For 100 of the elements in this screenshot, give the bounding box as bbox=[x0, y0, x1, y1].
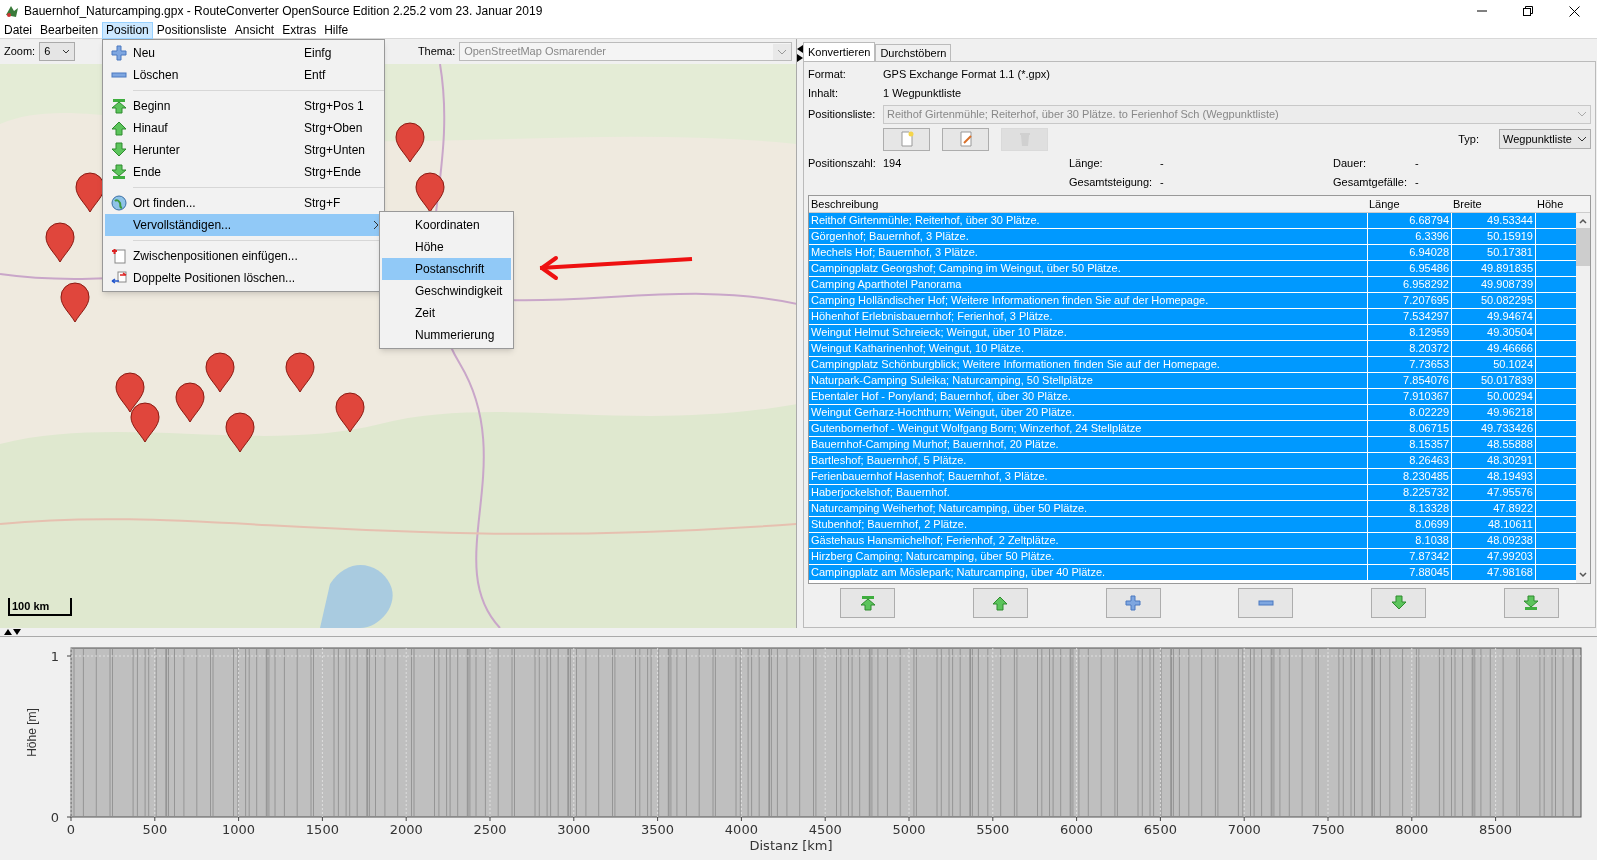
menu-item[interactable]: Positionsliste bbox=[152, 21, 231, 39]
menu-item[interactable]: Zwischenpositionen einfügen... bbox=[105, 245, 382, 267]
axis-tick-label: 1000 bbox=[222, 822, 256, 837]
insert-document-icon bbox=[111, 248, 127, 264]
arrow-up-icon bbox=[992, 595, 1009, 611]
table-cell: 8.230485 bbox=[1367, 469, 1451, 484]
table-cell: 47.8922 bbox=[1451, 501, 1535, 516]
total-ascent-label: Gesamtsteigung: bbox=[1069, 175, 1154, 191]
menu-item[interactable]: Hilfe bbox=[320, 21, 353, 39]
table-cell: 8.15357 bbox=[1367, 437, 1451, 452]
axis-tick-label: 6500 bbox=[1143, 822, 1177, 837]
axis-tick-label: 3000 bbox=[557, 822, 591, 837]
table-cell-text: Ebentaler Hof - Ponyland; Bauernhof, über 30 Plätze. bbox=[810, 389, 1072, 404]
table-cell-text: Reithof Girtenmühle; Reiterhof, über 30 Plätze. bbox=[810, 213, 1041, 228]
table-cell-text: Gutenbornerhof - Weingut Wolfgang Born; Winzerhof, 24 Stellplätze bbox=[810, 421, 1143, 436]
swap-documents-icon bbox=[111, 270, 127, 286]
table-cell-text: Bartleshof; Bauernhof, 5 Plätze. bbox=[810, 453, 968, 468]
table-cell: 47.95576 bbox=[1451, 485, 1535, 500]
menu-item[interactable]: Nummerierung bbox=[382, 324, 511, 346]
menu-item[interactable]: Ansicht bbox=[230, 21, 279, 39]
toolbar-button[interactable] bbox=[883, 127, 930, 151]
zoom-dropdown[interactable]: 6 bbox=[39, 42, 76, 61]
table-cell: 49.908739 bbox=[1451, 277, 1535, 292]
table-cell: 8.20372 bbox=[1367, 341, 1451, 356]
menu-item[interactable]: Ende Strg+Ende bbox=[105, 161, 382, 183]
minus-button[interactable] bbox=[1238, 588, 1294, 618]
table-cell: 50.00294 bbox=[1451, 389, 1535, 404]
menu-item[interactable]: Vervollständigen... bbox=[105, 214, 382, 236]
tab[interactable]: Durchstöbern bbox=[875, 44, 952, 61]
length-value: - bbox=[1160, 156, 1165, 172]
menu-item[interactable]: Bearbeiten bbox=[36, 21, 103, 39]
scale-bar: 100 km bbox=[8, 597, 72, 616]
column-header[interactable]: Höhe bbox=[1535, 196, 1576, 212]
content-label: Inhalt: bbox=[808, 86, 839, 102]
axis-tick-label: 1500 bbox=[305, 822, 339, 837]
table-cell: 8.12959 bbox=[1367, 325, 1451, 340]
table-cell: 50.082295 bbox=[1451, 293, 1535, 308]
table-cell-text: Ferienbauernhof Hasenhof; Bauernhof, 3 Plätze. bbox=[810, 469, 1049, 484]
table-cell: 8.26463 bbox=[1367, 453, 1451, 468]
zoom-label: Zoom: bbox=[4, 44, 36, 60]
table-cell: 47.99203 bbox=[1451, 549, 1535, 564]
arrow-to-top-icon bbox=[111, 98, 127, 114]
table-cell-text: Campingplatz am Möslepark; Naturcamping, über 40 Plätze. bbox=[810, 565, 1107, 580]
theme-label: Thema: bbox=[417, 44, 456, 60]
format-label: Format: bbox=[808, 67, 847, 83]
arrow-down-button[interactable] bbox=[1371, 588, 1427, 618]
scrollbar[interactable] bbox=[1576, 213, 1590, 583]
content-value: 1 Wegpunktliste bbox=[883, 86, 962, 102]
plus-button[interactable] bbox=[1105, 588, 1161, 618]
table-cell-text: Gästehaus Hansmichelhof; Ferienhof, 2 Zeltplätze. bbox=[810, 533, 1060, 548]
table-cell-text: Hirzberg Camping; Naturcamping, über 50 Plätze. bbox=[810, 549, 1056, 564]
menu-item[interactable]: Höhe bbox=[382, 236, 511, 258]
menu-item[interactable]: Zeit bbox=[382, 302, 511, 324]
axis-tick-label: 8500 bbox=[1479, 822, 1513, 837]
table-cell: 8.13328 bbox=[1367, 501, 1451, 516]
close-icon bbox=[1568, 5, 1580, 17]
column-header[interactable]: Beschreibung bbox=[809, 196, 1367, 212]
menu-item[interactable]: Ort finden... Strg+F bbox=[105, 192, 382, 214]
table-cell: 48.10611 bbox=[1451, 517, 1535, 532]
column-header[interactable]: Breite bbox=[1451, 196, 1535, 212]
arrow-to-bottom-button[interactable] bbox=[1504, 588, 1559, 618]
table-cell: 48.19493 bbox=[1451, 469, 1535, 484]
table-cell-text: Naturpark-Camping Suleika; Naturcamping, 50 Stellplätze bbox=[810, 373, 1094, 388]
scrollbar-thumb[interactable] bbox=[1576, 228, 1590, 266]
axis-tick-label: 0 bbox=[66, 822, 76, 837]
table-cell-text: Görgenhof; Bauernhof, 3 Plätze. bbox=[810, 229, 970, 244]
menu-item[interactable]: Beginn Strg+Pos 1 bbox=[105, 95, 382, 117]
table-cell-text: Mechels Hof; Bauernhof, 3 Plätze. bbox=[810, 245, 979, 260]
tab[interactable]: Konvertieren bbox=[803, 42, 876, 61]
table-cell-text: Campingplatz Georgshof; Camping im Weingut, über 50 Plätze. bbox=[810, 261, 1122, 276]
table-cell: 7.88045 bbox=[1367, 565, 1451, 580]
arrow-to-top-button[interactable] bbox=[840, 588, 895, 618]
menu-item[interactable]: Neu Einfg bbox=[105, 42, 382, 64]
menu-item[interactable]: Datei bbox=[0, 21, 36, 39]
table-cell: 7.910367 bbox=[1367, 389, 1451, 404]
type-dropdown[interactable]: Wegpunktliste bbox=[1499, 129, 1591, 149]
table-cell: 7.207695 bbox=[1367, 293, 1451, 308]
table-cell: 8.06715 bbox=[1367, 421, 1451, 436]
table-cell: 7.73653 bbox=[1367, 357, 1451, 372]
menu-item[interactable]: Löschen Entf bbox=[105, 64, 382, 86]
menu-item[interactable]: Doppelte Positionen löschen... bbox=[105, 267, 382, 289]
arrow-up-icon bbox=[111, 120, 127, 136]
arrow-down-icon bbox=[111, 142, 127, 158]
axis-tick-label: 6000 bbox=[1060, 822, 1094, 837]
total-descent-value: - bbox=[1415, 175, 1419, 191]
menu-item[interactable]: Hinauf Strg+Oben bbox=[105, 117, 382, 139]
menu-item[interactable]: Geschwindigkeit bbox=[382, 280, 511, 302]
y-axis-label: Höhe [m] bbox=[25, 708, 39, 757]
toolbar-button[interactable] bbox=[942, 127, 989, 151]
scroll-up-icon bbox=[1578, 216, 1588, 226]
duration-label: Dauer: bbox=[1333, 156, 1368, 172]
menu-item[interactable]: Herunter Strg+Unten bbox=[105, 139, 382, 161]
arrow-up-button[interactable] bbox=[972, 588, 1028, 618]
column-header[interactable]: Länge bbox=[1367, 196, 1451, 212]
axis-tick-label: 8000 bbox=[1395, 822, 1429, 837]
menu-item[interactable]: Koordinaten bbox=[382, 214, 511, 236]
table-cell: 6.68794 bbox=[1367, 213, 1451, 228]
table-cell: 49.94674 bbox=[1451, 309, 1535, 324]
menu-item[interactable]: Postanschrift bbox=[382, 258, 511, 280]
menu-item[interactable]: Extras bbox=[278, 21, 321, 39]
